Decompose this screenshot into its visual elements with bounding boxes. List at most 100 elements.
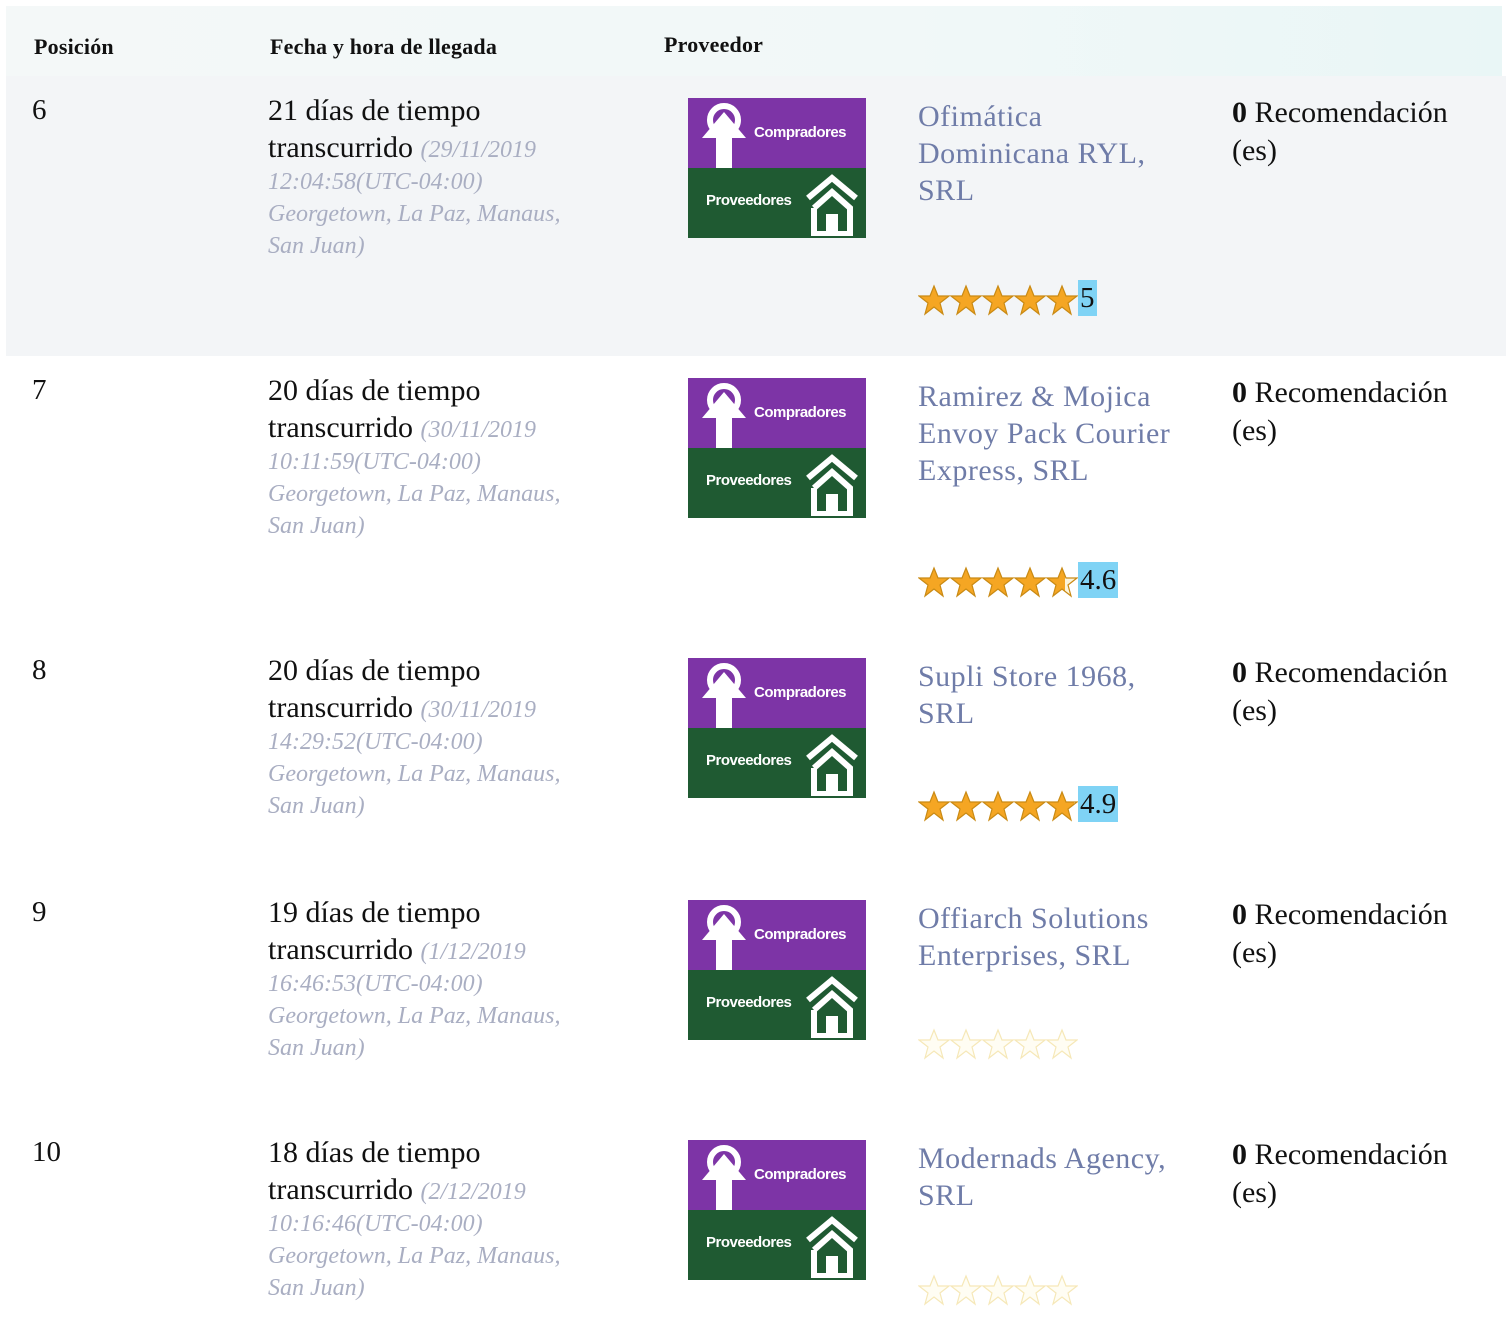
star-icon[interactable] bbox=[1013, 566, 1047, 598]
provider-name-line: Envoy Pack Courier bbox=[918, 417, 1171, 450]
star-icon[interactable] bbox=[949, 284, 983, 316]
provider-name-link[interactable]: Offiarch Solutions Enterprises, SRL bbox=[918, 900, 1208, 974]
arrival-timezone-line-2: San Juan) bbox=[268, 1035, 365, 1061]
star-icon[interactable] bbox=[917, 1028, 951, 1060]
table-header: Posición Fecha y hora de llegada Proveed… bbox=[6, 6, 1502, 76]
star-icon[interactable] bbox=[1045, 1274, 1079, 1306]
provider-logo[interactable]: Compradores Proveedores bbox=[688, 658, 866, 798]
provider-house-icon bbox=[806, 1216, 858, 1278]
provider-name-line: Supli Store 1968, bbox=[918, 660, 1136, 693]
rating-score: 5 bbox=[1078, 280, 1097, 316]
star-icon[interactable] bbox=[981, 566, 1015, 598]
logo-buyers-label: Compradores bbox=[754, 124, 847, 141]
logo-providers-label: Proveedores bbox=[706, 192, 792, 209]
provider-name-line: SRL bbox=[918, 697, 975, 730]
star-icon[interactable] bbox=[917, 1274, 951, 1306]
star-icon[interactable] bbox=[1013, 284, 1047, 316]
arrival-timezone-line-1: Georgetown, La Paz, Manaus, bbox=[268, 1243, 561, 1269]
provider-house-icon bbox=[806, 174, 858, 236]
recommendation-suffix: (es) bbox=[1232, 694, 1277, 727]
star-icon[interactable] bbox=[981, 284, 1015, 316]
provider-ranking-page: Posición Fecha y hora de llegada Proveed… bbox=[0, 0, 1508, 1323]
star-icon[interactable] bbox=[1045, 1028, 1079, 1060]
rating-stars[interactable]: 4.9 bbox=[917, 782, 1119, 822]
arrival-cell: 20 días de tiempo transcurrido (30/11/201… bbox=[268, 372, 628, 542]
elapsed-line-2: transcurrido bbox=[268, 411, 413, 444]
table-row: 7 20 días de tiempo transcurrido (30/11/20… bbox=[6, 356, 1506, 636]
elapsed-line-2: transcurrido bbox=[268, 933, 413, 966]
recommendation-count: 0 bbox=[1232, 898, 1247, 931]
star-icon[interactable] bbox=[981, 1274, 1015, 1306]
recommendation-label: Recomendación bbox=[1254, 376, 1448, 409]
logo-buyers-label: Compradores bbox=[754, 404, 847, 421]
recommendation-label: Recomendación bbox=[1254, 96, 1448, 129]
star-icon[interactable] bbox=[1045, 566, 1079, 598]
recommendation-cell: 0 Recomendación (es) bbox=[1232, 654, 1502, 730]
recommendation-suffix: (es) bbox=[1232, 1176, 1277, 1209]
buyer-arrow-icon bbox=[702, 383, 746, 448]
logo-buyers-label: Compradores bbox=[754, 1166, 847, 1183]
recommendation-label: Recomendación bbox=[1254, 1138, 1448, 1171]
star-icon[interactable] bbox=[949, 566, 983, 598]
recommendation-count: 0 bbox=[1232, 376, 1247, 409]
recommendation-cell: 0 Recomendación (es) bbox=[1232, 374, 1502, 450]
arrival-timezone-line-2: San Juan) bbox=[268, 513, 365, 539]
arrival-cell: 21 días de tiempo transcurrido (29/11/201… bbox=[268, 92, 628, 262]
provider-name-link[interactable]: Modernads Agency, SRL bbox=[918, 1140, 1208, 1214]
elapsed-line-1: 21 días de tiempo bbox=[268, 94, 481, 127]
star-icon[interactable] bbox=[1013, 1274, 1047, 1306]
provider-logo[interactable]: Compradores Proveedores bbox=[688, 378, 866, 518]
provider-logo[interactable]: Compradores Proveedores bbox=[688, 1140, 866, 1280]
star-icon[interactable] bbox=[917, 284, 951, 316]
elapsed-line-1: 19 días de tiempo bbox=[268, 896, 481, 929]
arrival-time: 12:04:58(UTC-04:00) bbox=[268, 169, 483, 195]
star-icon[interactable] bbox=[949, 1028, 983, 1060]
rating-stars[interactable] bbox=[917, 1020, 1079, 1060]
provider-name-link[interactable]: Ofimática Dominicana RYL, SRL bbox=[918, 98, 1208, 209]
star-icon[interactable] bbox=[917, 566, 951, 598]
rating-stars[interactable]: 4.6 bbox=[917, 558, 1119, 598]
header-position: Posición bbox=[34, 34, 114, 59]
elapsed-line-2: transcurrido bbox=[268, 691, 413, 724]
logo-buyers-label: Compradores bbox=[754, 926, 847, 943]
arrival-timezone-line-1: Georgetown, La Paz, Manaus, bbox=[268, 201, 561, 227]
logo-providers-label: Proveedores bbox=[706, 1234, 792, 1251]
buyer-arrow-icon bbox=[702, 905, 746, 970]
rating-stars[interactable] bbox=[917, 1266, 1079, 1306]
star-icon[interactable] bbox=[1013, 1028, 1047, 1060]
star-icon[interactable] bbox=[981, 1028, 1015, 1060]
rating-stars[interactable]: 5 bbox=[917, 276, 1097, 316]
header-arrival: Fecha y hora de llegada bbox=[270, 34, 498, 59]
buyer-arrow-icon bbox=[702, 663, 746, 728]
arrival-time: 14:29:52(UTC-04:00) bbox=[268, 729, 483, 755]
recommendation-count: 0 bbox=[1232, 1138, 1247, 1171]
provider-logo[interactable]: Compradores Proveedores bbox=[688, 98, 866, 238]
provider-name-link[interactable]: Supli Store 1968, SRL bbox=[918, 658, 1208, 732]
provider-name-link[interactable]: Ramirez & Mojica Envoy Pack Courier Expres… bbox=[918, 378, 1208, 489]
arrival-time: 10:16:46(UTC-04:00) bbox=[268, 1211, 483, 1237]
star-icon[interactable] bbox=[917, 790, 951, 822]
row-position: 7 bbox=[32, 374, 47, 406]
row-position: 8 bbox=[32, 654, 47, 686]
recommendation-label: Recomendación bbox=[1254, 656, 1448, 689]
rating-score: 4.6 bbox=[1078, 562, 1119, 598]
provider-name-line: Ofimática bbox=[918, 100, 1043, 133]
arrival-date: (30/11/2019 bbox=[420, 417, 536, 443]
provider-name-line: Express, SRL bbox=[918, 454, 1089, 487]
row-position: 9 bbox=[32, 896, 47, 928]
star-icon[interactable] bbox=[1045, 790, 1079, 822]
elapsed-line-2: transcurrido bbox=[268, 1173, 413, 1206]
provider-logo[interactable]: Compradores Proveedores bbox=[688, 900, 866, 1040]
star-icon[interactable] bbox=[1045, 284, 1079, 316]
row-position: 10 bbox=[32, 1136, 61, 1168]
table-row: 9 19 días de tiempo transcurrido (1/12/201… bbox=[6, 878, 1506, 1118]
recommendation-count: 0 bbox=[1232, 656, 1247, 689]
recommendation-suffix: (es) bbox=[1232, 134, 1277, 167]
arrival-date: (1/12/2019 bbox=[420, 939, 526, 965]
arrival-timezone-line-1: Georgetown, La Paz, Manaus, bbox=[268, 481, 561, 507]
star-icon[interactable] bbox=[949, 1274, 983, 1306]
logo-providers-label: Proveedores bbox=[706, 994, 792, 1011]
star-icon[interactable] bbox=[981, 790, 1015, 822]
star-icon[interactable] bbox=[949, 790, 983, 822]
star-icon[interactable] bbox=[1013, 790, 1047, 822]
